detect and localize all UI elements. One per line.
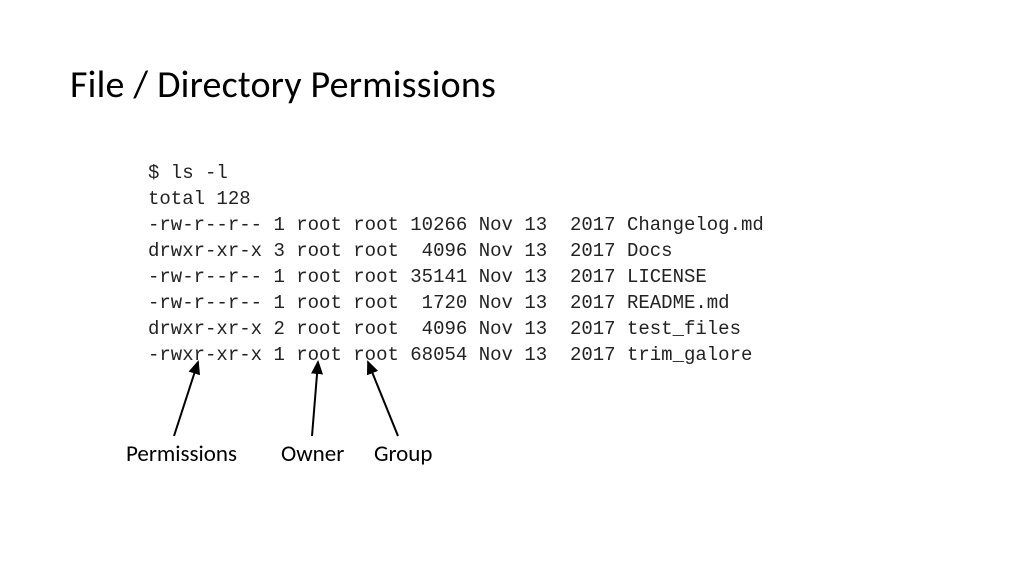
table-row: -rw-r--r-- 1 root root 10266 Nov 13 2017…: [148, 214, 764, 236]
table-row: drwxr-xr-x 3 root root 4096 Nov 13 2017 …: [148, 240, 673, 262]
arrow-owner: [312, 362, 318, 436]
table-row: -rw-r--r-- 1 root root 1720 Nov 13 2017 …: [148, 292, 730, 314]
terminal-block: $ ls -l total 128 -rw-r--r-- 1 root root…: [148, 160, 764, 368]
page-title: File / Directory Permissions: [70, 62, 496, 108]
table-row: -rwxr-xr-x 1 root root 68054 Nov 13 2017…: [148, 344, 752, 366]
label-owner: Owner: [281, 440, 344, 468]
table-row: -rw-r--r-- 1 root root 35141 Nov 13 2017…: [148, 266, 707, 288]
terminal-command: $ ls -l: [148, 162, 228, 184]
arrow-group: [368, 362, 398, 436]
label-permissions: Permissions: [126, 440, 237, 468]
slide: File / Directory Permissions $ ls -l tot…: [0, 0, 1024, 576]
table-row: drwxr-xr-x 2 root root 4096 Nov 13 2017 …: [148, 318, 741, 340]
terminal-total: total 128: [148, 188, 251, 210]
arrow-permissions: [174, 362, 198, 436]
label-group: Group: [374, 440, 432, 468]
